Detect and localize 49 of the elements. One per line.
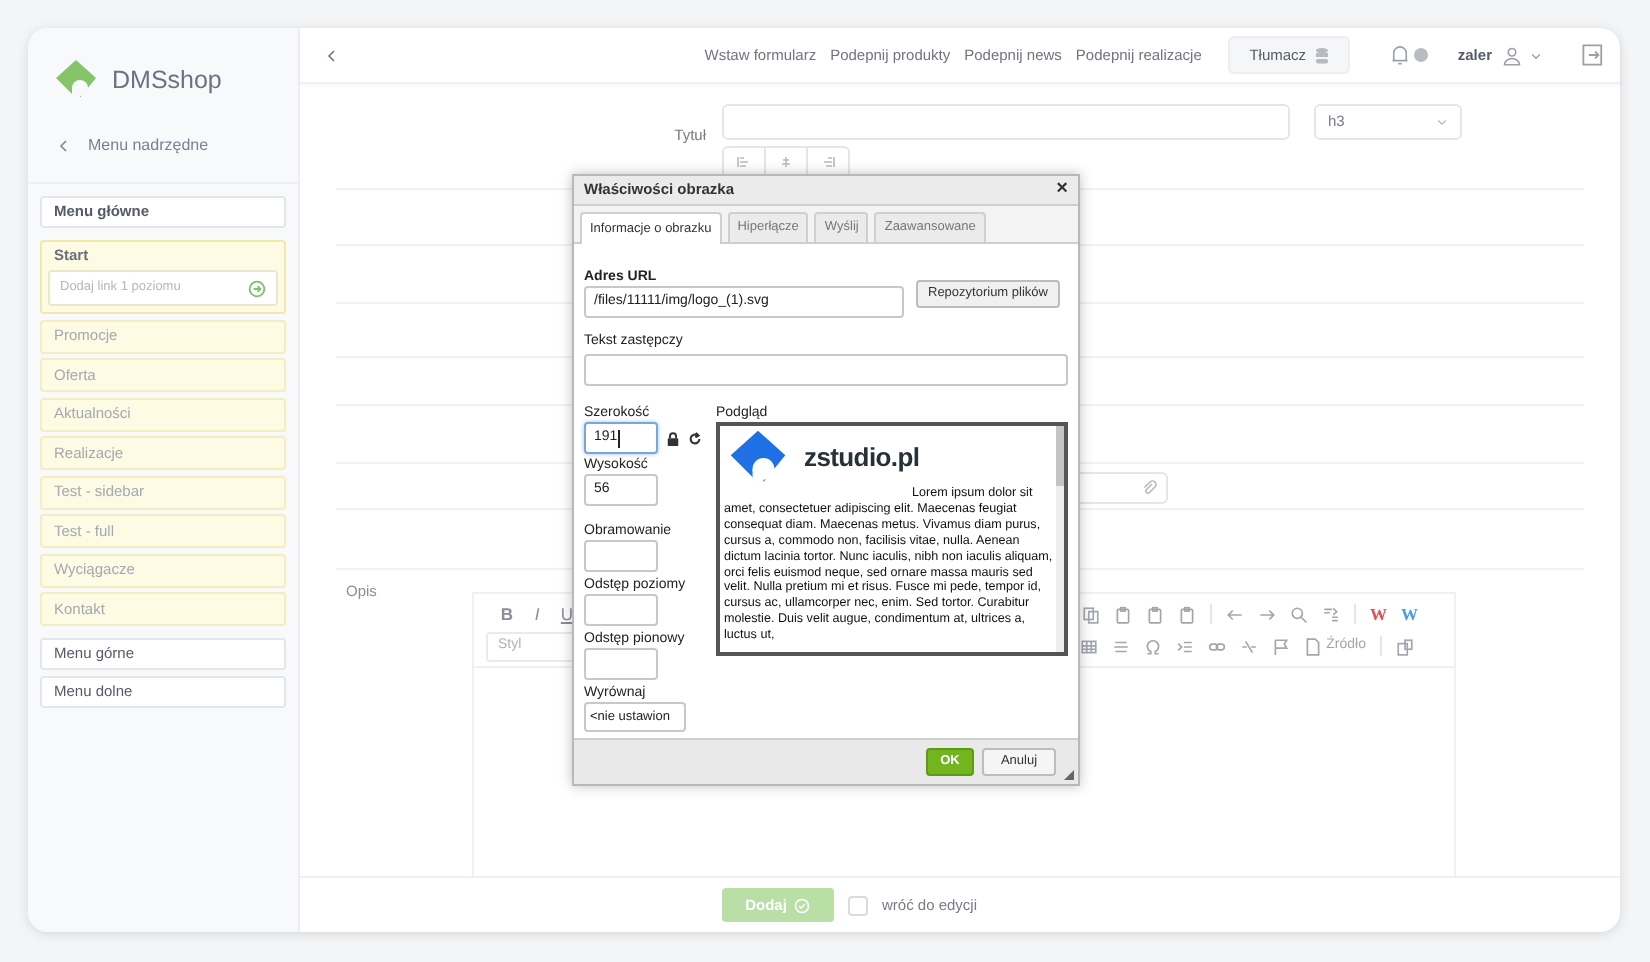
resize-grip-icon[interactable]: [1064, 770, 1074, 780]
logo-text: zstudio.pl: [804, 439, 920, 476]
format-button[interactable]: I: [522, 601, 552, 628]
border-field[interactable]: [584, 540, 658, 572]
paste-icon[interactable]: [1178, 605, 1196, 624]
lock-icon[interactable]: [666, 431, 680, 445]
undo-icon[interactable]: [1226, 605, 1244, 624]
align-right-icon[interactable]: [820, 154, 836, 171]
horizontal-line-icon[interactable]: [1112, 637, 1131, 656]
logo-icon: [52, 58, 100, 102]
table-icon[interactable]: [1080, 637, 1099, 656]
copy-icon[interactable]: [1082, 605, 1100, 624]
document-icon: [1304, 637, 1323, 656]
user-icon[interactable]: [1502, 45, 1522, 65]
vertical-space-field[interactable]: [584, 648, 658, 680]
omega-icon[interactable]: [1144, 637, 1163, 656]
flag-icon[interactable]: [1272, 637, 1291, 656]
back-chevron-icon: [56, 137, 72, 153]
word-paste-button[interactable]: W: [1401, 601, 1418, 628]
back-chevron-icon: [324, 47, 340, 63]
title-field[interactable]: [722, 103, 1290, 140]
add-circle-icon[interactable]: [248, 279, 266, 297]
paste-icon[interactable]: [1114, 605, 1132, 624]
paste-icon[interactable]: [1146, 605, 1164, 624]
align-left-icon[interactable]: [736, 154, 752, 171]
unlink-icon[interactable]: [1240, 637, 1259, 656]
chevron-down-icon: [1436, 115, 1448, 128]
indent-icon[interactable]: [1176, 637, 1195, 656]
brand-name: DMSshop: [112, 63, 222, 98]
horizontal-space-field[interactable]: [584, 594, 658, 626]
logout-icon[interactable]: [1582, 44, 1604, 66]
format-button[interactable]: B: [492, 601, 522, 628]
bell-icon[interactable]: [1389, 44, 1410, 66]
replace-icon[interactable]: [1322, 605, 1340, 624]
word-paste-button[interactable]: W: [1370, 601, 1387, 628]
close-button[interactable]: ×: [1056, 180, 1068, 200]
redo-icon[interactable]: [1258, 605, 1276, 624]
link-icon[interactable]: [1208, 637, 1227, 656]
alt-text-field[interactable]: [584, 354, 1068, 386]
refresh-icon[interactable]: [688, 431, 702, 445]
paperclip-icon[interactable]: [1142, 480, 1158, 497]
return-checkbox[interactable]: [848, 895, 868, 915]
database-icon: [1316, 47, 1329, 63]
check-circle-icon: [794, 897, 811, 913]
align-center-icon[interactable]: [778, 154, 794, 171]
parent-menu-link[interactable]: Menu nadrzędne: [88, 133, 209, 157]
preview-icon[interactable]: [1396, 637, 1414, 656]
search-icon[interactable]: [1290, 605, 1308, 624]
caret-icon[interactable]: [1530, 49, 1542, 61]
